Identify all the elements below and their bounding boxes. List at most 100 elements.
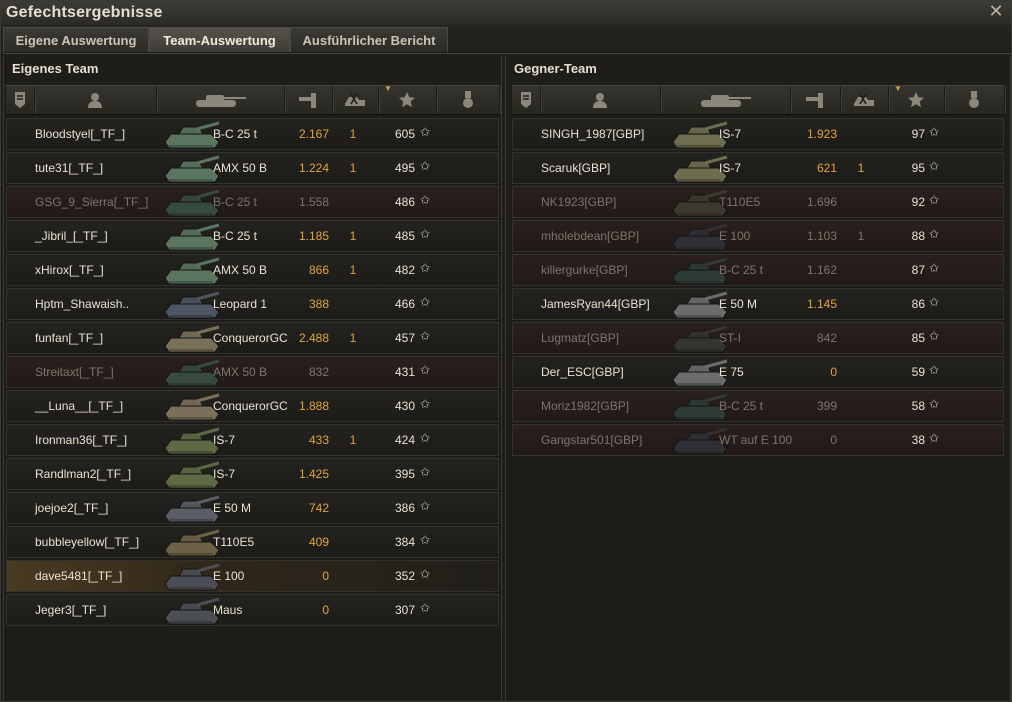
damage-value: 433: [308, 433, 329, 447]
column-header-tank[interactable]: [156, 86, 285, 114]
tab-ausfuehrlicher-bericht[interactable]: Ausführlicher Bericht: [290, 27, 448, 52]
xp-value: 38: [911, 433, 925, 447]
damage-value: 742: [308, 501, 329, 515]
player-row[interactable]: xHirox[_TF_] AMX 50 B 866 1 482 ✩: [6, 254, 499, 286]
xp-star-icon: ✩: [929, 261, 940, 275]
player-row[interactable]: Hptm_Shawaish.. Leopard 1 388 466 ✩: [6, 288, 499, 320]
player-name: __Luna__[_TF_]: [35, 399, 124, 413]
column-header-player[interactable]: [540, 86, 661, 114]
player-row[interactable]: joejoe2[_TF_] E 50 M 742 386 ✩: [6, 492, 499, 524]
player-name: Scaruk[GBP]: [541, 161, 611, 175]
player-name: GSG_9_Sierra[_TF_]: [35, 195, 149, 209]
kills-icon: [852, 92, 876, 108]
damage-value: 0: [322, 569, 329, 583]
player-name: _Jibril_[_TF_]: [35, 229, 108, 243]
vehicle-name: AMX 50 B: [213, 365, 268, 379]
player-row[interactable]: Gangstar501[GBP] WT auf E 100 0 38 ✩: [512, 424, 1004, 456]
vehicle-name: ConquerorGC: [213, 399, 288, 413]
player-name: Ironman36[_TF_]: [35, 433, 128, 447]
xp-star-icon: ✩: [420, 601, 431, 615]
player-row[interactable]: GSG_9_Sierra[_TF_] B-C 25 t 1.558 486 ✩: [6, 186, 499, 218]
xp-value: 97: [911, 127, 925, 141]
own-team-header: ▼: [6, 84, 500, 115]
vehicle-name: IS-7: [719, 161, 742, 175]
player-row[interactable]: __Luna__[_TF_] ConquerorGC 1.888 430 ✩: [6, 390, 499, 422]
damage-icon: [805, 91, 825, 109]
tab-eigene-auswertung[interactable]: Eigene Auswertung: [3, 27, 149, 52]
column-header-damage[interactable]: [284, 86, 333, 114]
player-row[interactable]: Moriz1982[GBP] B-C 25 t 399 58 ✩: [512, 390, 1004, 422]
column-header-xp-star[interactable]: ▼: [378, 84, 437, 114]
xp-star-icon: ✩: [420, 567, 431, 581]
player-row[interactable]: funfan[_TF_] ConquerorGC 2.488 1 457 ✩: [6, 322, 499, 354]
xp-star-icon: ✩: [420, 295, 431, 309]
damage-value: 1.923: [806, 127, 837, 141]
xp-value: 495: [394, 161, 415, 175]
close-icon[interactable]: ✕: [987, 2, 1005, 20]
player-row[interactable]: Bloodstyel[_TF_] B-C 25 t 2.167 1 605 ✩: [6, 118, 499, 150]
xp-value: 95: [911, 161, 925, 175]
tank-icon: [697, 92, 753, 108]
player-name: joejoe2[_TF_]: [35, 501, 109, 515]
column-header-tank[interactable]: [660, 86, 791, 114]
xp-star-icon: ✩: [420, 397, 431, 411]
damage-value: 1.103: [806, 229, 837, 243]
damage-value: 409: [308, 535, 329, 549]
player-name: xHirox[_TF_]: [35, 263, 104, 277]
title-bar: Gefechtsergebnisse ✕: [1, 1, 1011, 25]
vehicle-name: AMX 50 B: [213, 161, 268, 175]
player-row[interactable]: _Jibril_[_TF_] B-C 25 t 1.185 1 485 ✩: [6, 220, 499, 252]
player-row[interactable]: Ironman36[_TF_] IS-7 433 1 424 ✩: [6, 424, 499, 456]
enemy-team-panel: Gegner-Team ▼ SINGH_1987[GBP] IS-7 1.923 97…: [505, 56, 1011, 701]
column-header-damage[interactable]: [790, 86, 841, 114]
xp-star-icon: [398, 91, 416, 109]
player-row[interactable]: JamesRyan44[GBP] E 50 M 1.145 86 ✩: [512, 288, 1004, 320]
player-name: NK1923[GBP]: [541, 195, 617, 209]
column-header-squad[interactable]: [512, 86, 541, 114]
battle-results-window: Gefechtsergebnisse ✕ Eigene Auswertung T…: [0, 0, 1012, 702]
medal-icon: [462, 91, 474, 109]
column-header-squad[interactable]: [6, 86, 35, 114]
player-name: SINGH_1987[GBP]: [541, 127, 645, 141]
damage-value: 1.185: [298, 229, 329, 243]
xp-star-icon: ✩: [929, 431, 940, 445]
xp-value: 482: [394, 263, 415, 277]
player-row[interactable]: mholebdean[GBP] E 100 1.103 1 88 ✩: [512, 220, 1004, 252]
column-header-player[interactable]: [34, 86, 157, 114]
xp-value: 87: [911, 263, 925, 277]
player-row[interactable]: Randlman2[_TF_] IS-7 1.425 395 ✩: [6, 458, 499, 490]
player-row[interactable]: Scaruk[GBP] IS-7 621 1 95 ✩: [512, 152, 1004, 184]
xp-star-icon: ✩: [420, 227, 431, 241]
column-header-xp-star[interactable]: ▼: [888, 84, 945, 114]
xp-star-icon: ✩: [420, 261, 431, 275]
player-row[interactable]: Streitaxt[_TF_] AMX 50 B 832 431 ✩: [6, 356, 499, 388]
player-row[interactable]: SINGH_1987[GBP] IS-7 1.923 97 ✩: [512, 118, 1004, 150]
player-name: Gangstar501[GBP]: [541, 433, 643, 447]
player-row[interactable]: dave5481[_TF_] E 100 0 352 ✩: [6, 560, 499, 592]
vehicle-name: AMX 50 B: [213, 263, 268, 277]
player-row[interactable]: Jeger3[_TF_] Maus 0 307 ✩: [6, 594, 499, 626]
xp-star-icon: ✩: [929, 329, 940, 343]
player-row[interactable]: Der_ESC[GBP] E 75 0 59 ✩: [512, 356, 1004, 388]
player-name: funfan[_TF_]: [35, 331, 104, 345]
player-name: JamesRyan44[GBP]: [541, 297, 650, 311]
xp-value: 605: [394, 127, 415, 141]
player-name: bubbleyellow[_TF_]: [35, 535, 140, 549]
player-row[interactable]: killergurke[GBP] B-C 25 t 1.162 87 ✩: [512, 254, 1004, 286]
player-row[interactable]: Lugmatz[GBP] ST-I 842 85 ✩: [512, 322, 1004, 354]
column-header-kills[interactable]: [840, 86, 889, 114]
xp-star-icon: ✩: [420, 193, 431, 207]
player-row[interactable]: bubbleyellow[_TF_] T110E5 409 384 ✩: [6, 526, 499, 558]
player-row[interactable]: tute31[_TF_] AMX 50 B 1.224 1 495 ✩: [6, 152, 499, 184]
player-row[interactable]: NK1923[GBP] T110E5 1.696 92 ✩: [512, 186, 1004, 218]
enemy-team-header: ▼: [512, 84, 1005, 115]
tab-team-auswertung[interactable]: Team-Auswertung: [149, 27, 290, 52]
column-header-medal[interactable]: [944, 86, 1005, 114]
player-name: dave5481[_TF_]: [35, 569, 123, 583]
column-header-kills[interactable]: [332, 86, 379, 114]
column-header-medal[interactable]: [436, 86, 500, 114]
vehicle-name: E 100: [213, 569, 245, 583]
xp-star-icon: ✩: [420, 499, 431, 513]
damage-value: 1.888: [298, 399, 329, 413]
xp-value: 88: [911, 229, 925, 243]
